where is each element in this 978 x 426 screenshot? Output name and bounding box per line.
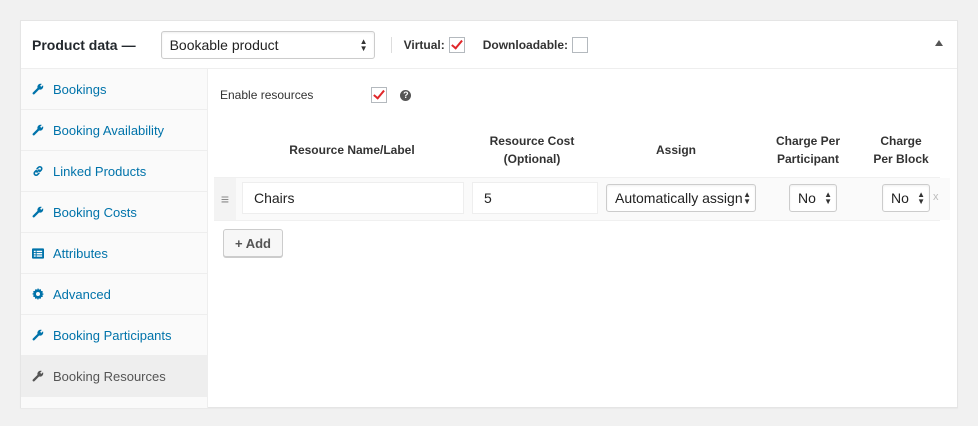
drag-handle-icon[interactable]: ≡	[214, 178, 236, 220]
select-arrows-icon: ▲ ▼	[743, 190, 751, 206]
tab-linked-products[interactable]: Linked Products	[21, 151, 207, 192]
column-header-charge-per-block: Charge Per Block	[873, 134, 929, 166]
virtual-checkbox[interactable]	[448, 36, 465, 53]
wrench-icon	[32, 328, 44, 342]
enable-resources-checkbox[interactable]	[371, 87, 388, 103]
column-header-cost: Resource Cost (Optional)	[489, 134, 575, 166]
column-header-name: Resource Name/Label	[289, 143, 415, 157]
link-icon	[32, 164, 44, 178]
charge-per-block-value: No	[891, 190, 909, 206]
checkmark-icon	[373, 87, 386, 100]
title-dash: —	[121, 36, 136, 53]
tab-label: Attributes	[53, 245, 108, 261]
downloadable-checkbox[interactable]	[572, 36, 589, 53]
tab-booking-resources[interactable]: Booking Resources	[21, 356, 207, 397]
resources-panel: Enable resources ? Resource Name/Label R…	[208, 69, 957, 408]
enable-resources-row: Enable resources ?	[220, 87, 412, 103]
wrench-icon	[32, 369, 44, 383]
column-header-charge-per-participant: Charge Per Participant	[775, 134, 841, 166]
tab-bookings[interactable]: Bookings	[21, 69, 207, 110]
tab-booking-participants[interactable]: Booking Participants	[21, 315, 207, 356]
tab-advanced[interactable]: Advanced	[21, 274, 207, 315]
table-row: ≡ Chairs 5 Automatically assigned ▲▼ No	[214, 177, 950, 221]
product-data-tabs: Bookings Booking Availability Linked Pro…	[21, 69, 208, 408]
tab-booking-availability[interactable]: Booking Availability	[21, 110, 207, 151]
assign-value: Automatically assigned	[615, 190, 743, 206]
gear-icon	[32, 287, 44, 301]
downloadable-label: Downloadable:	[482, 37, 569, 52]
collapse-toggle-icon[interactable]	[935, 40, 943, 46]
help-icon[interactable]: ?	[400, 89, 412, 101]
charge-per-participant-value: No	[798, 190, 816, 206]
checkmark-icon	[450, 36, 463, 50]
product-type-select[interactable]: Bookable product ▲ ▼	[160, 30, 375, 59]
virtual-label: Virtual:	[403, 37, 445, 52]
list-icon	[32, 246, 44, 260]
select-arrows-icon: ▲ ▼	[824, 190, 832, 206]
tab-label: Booking Resources	[53, 368, 166, 384]
resource-cost-input[interactable]: 5	[472, 182, 598, 214]
panel-header: Product data — Bookable product ▲ ▼ Virtu…	[21, 21, 957, 69]
wrench-icon	[32, 123, 44, 137]
add-resource-button[interactable]: + Add	[223, 229, 283, 257]
column-header-assign: Assign	[655, 143, 696, 157]
product-type-value: Bookable product	[169, 36, 279, 53]
tab-label: Linked Products	[53, 163, 147, 179]
tab-label: Advanced	[53, 286, 111, 302]
tab-label: Bookings	[53, 81, 107, 97]
tab-label: Booking Availability	[53, 122, 165, 138]
product-data-panel: Product data — Bookable product ▲ ▼ Virtu…	[20, 20, 958, 408]
header-divider	[390, 36, 392, 53]
resource-name-input[interactable]: Chairs	[242, 182, 464, 214]
assign-select[interactable]: Automatically assigned ▲▼	[606, 184, 756, 212]
tab-label: Booking Participants	[53, 327, 172, 343]
enable-resources-label: Enable resources	[220, 88, 314, 102]
tab-attributes[interactable]: Attributes	[21, 233, 207, 274]
wrench-icon	[32, 82, 44, 96]
remove-row-icon[interactable]: x	[933, 191, 939, 203]
charge-per-participant-select[interactable]: No ▲ ▼	[789, 184, 837, 212]
wrench-icon	[32, 205, 44, 219]
charge-per-block-select[interactable]: No ▲ ▼	[882, 184, 930, 212]
tab-label: Booking Costs	[53, 204, 137, 220]
select-arrows-icon: ▲ ▼	[359, 36, 368, 53]
select-arrows-icon: ▲ ▼	[917, 190, 925, 206]
tab-booking-costs[interactable]: Booking Costs	[21, 192, 207, 233]
panel-title: Product data	[32, 36, 118, 53]
